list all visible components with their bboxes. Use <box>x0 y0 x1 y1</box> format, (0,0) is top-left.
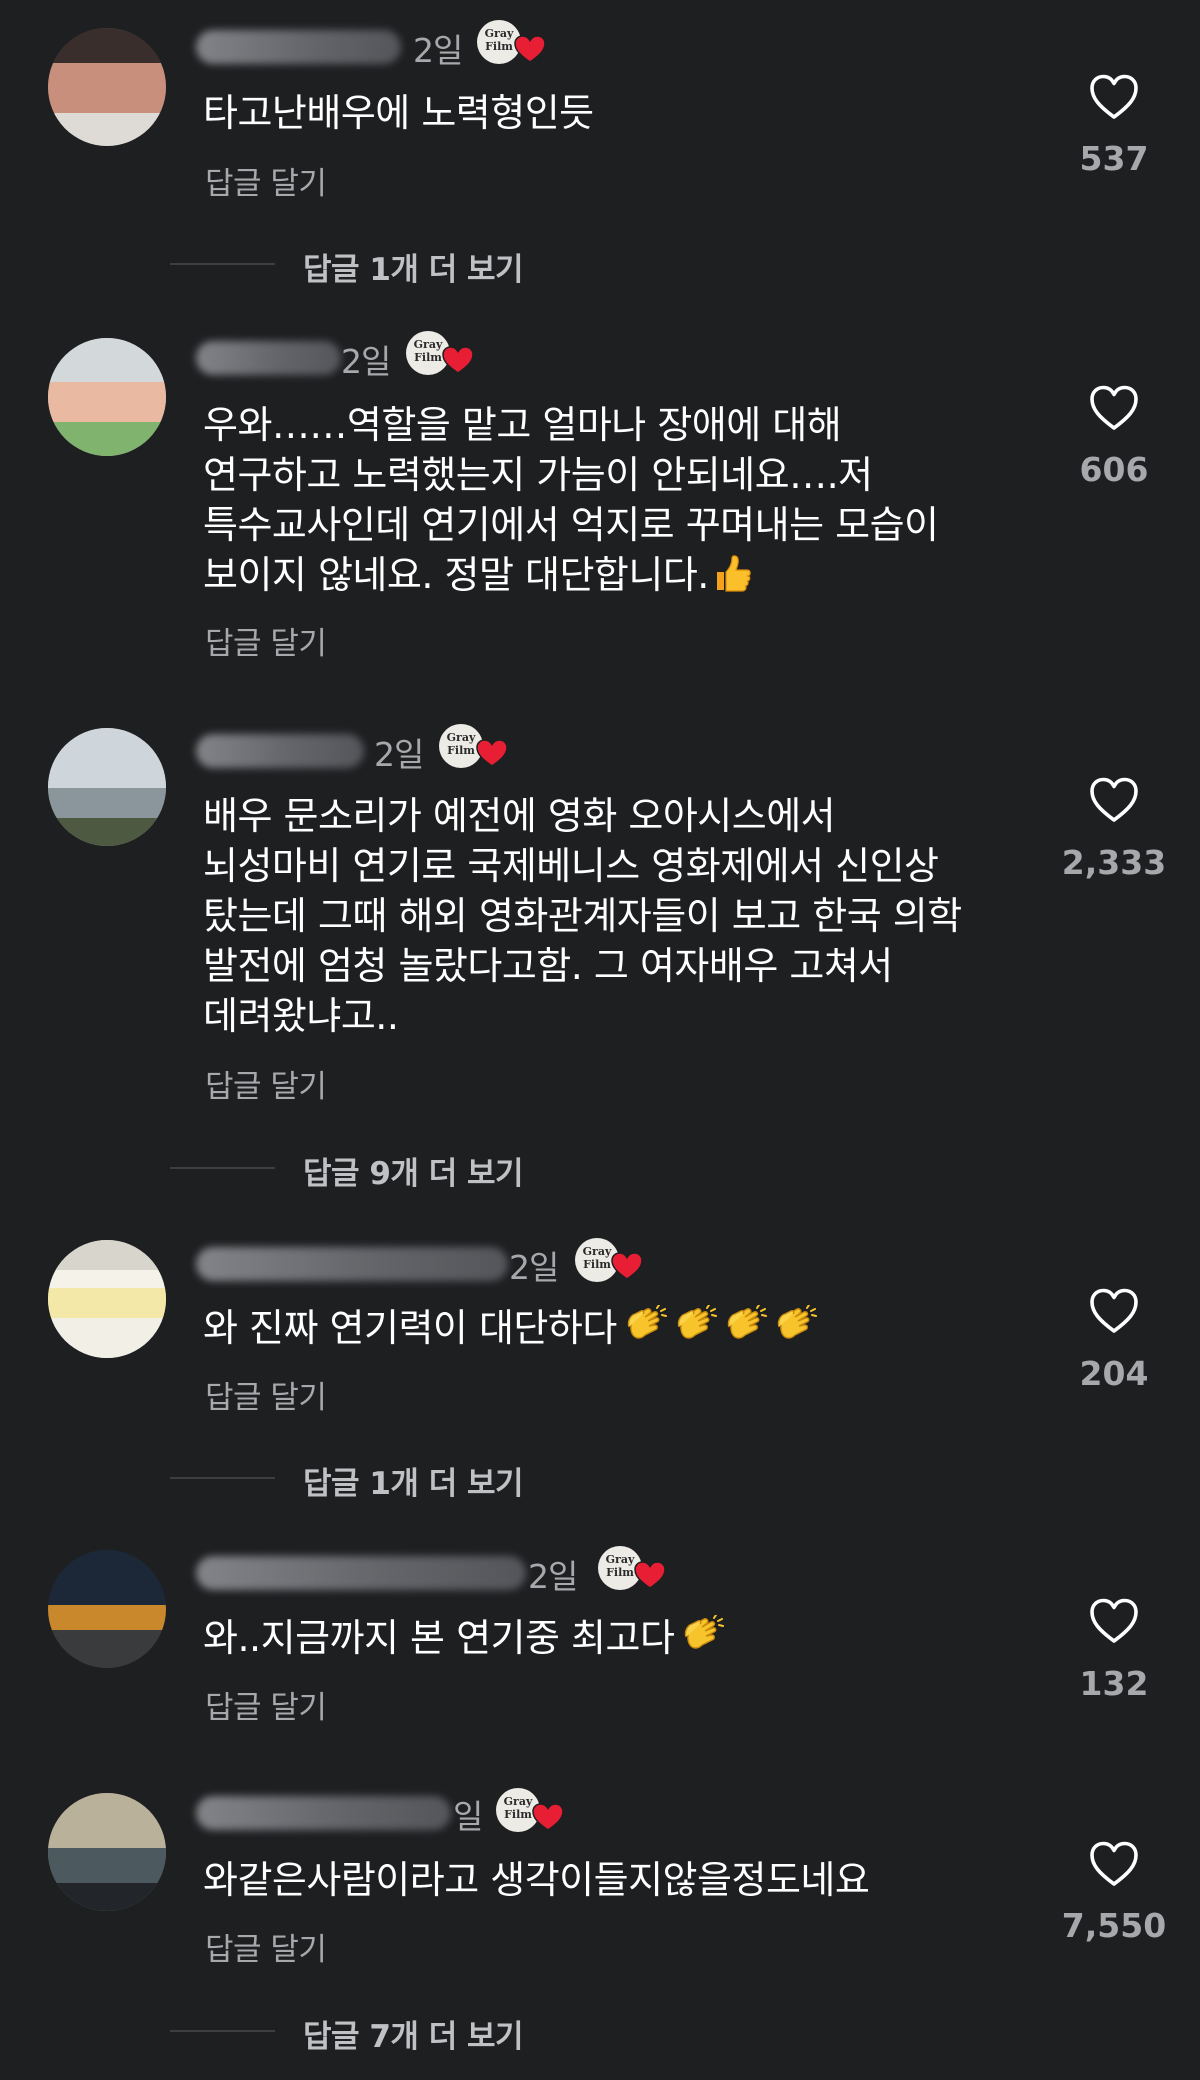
timestamp: 2일 <box>374 735 424 774</box>
username[interactable] <box>196 734 364 768</box>
reply-button[interactable]: 답글 달기 <box>205 1682 327 1727</box>
comment-text: 와..지금까지 본 연기중 최고다 <box>203 1613 1043 1663</box>
heart-outline-icon[interactable] <box>1089 1288 1139 1334</box>
timestamp: 2일 <box>413 31 463 70</box>
avatar[interactable] <box>48 28 166 146</box>
comment-text: 배우 문소리가 예전에 영화 오아시스에서 뇌성마비 연기로 국제베니스 영화제… <box>203 791 1043 1041</box>
thumbs-up-emoji-icon <box>713 554 753 594</box>
username[interactable] <box>196 1556 526 1590</box>
heart-outline-icon[interactable] <box>1089 1841 1139 1887</box>
comment-line: 타고난배우에 노력형인듯 <box>203 91 594 135</box>
username[interactable] <box>196 341 341 375</box>
username[interactable] <box>196 30 401 64</box>
timestamp: 일 <box>453 1797 483 1836</box>
like-count: 204 <box>1079 1354 1149 1393</box>
clapping-hands-emoji-icon <box>723 1305 767 1349</box>
timestamp: 2일 <box>528 1557 578 1596</box>
comment-text: 와 진짜 연기력이 대단하다 <box>203 1303 1043 1353</box>
divider-line <box>170 263 275 265</box>
avatar[interactable] <box>48 1550 166 1668</box>
clapping-hands-emoji-icon <box>673 1305 717 1349</box>
divider-line <box>170 2030 275 2032</box>
comment-line: 배우 문소리가 예전에 영화 오아시스에서 <box>203 794 836 838</box>
red-heart-icon <box>610 1251 644 1281</box>
comment-text: 와같은사람이라고 생각이들지않을정도네요 <box>203 1855 1043 1905</box>
red-heart-icon <box>531 1802 565 1832</box>
username[interactable] <box>196 1247 508 1281</box>
comment-text: 타고난배우에 노력형인듯 <box>203 88 1043 138</box>
timestamp: 2일 <box>341 342 391 381</box>
avatar[interactable] <box>48 728 166 846</box>
clapping-hands-emoji-icon <box>680 1615 724 1659</box>
comment-line: 보이지 않네요. 정말 대단합니다. <box>203 550 1043 600</box>
divider-line <box>170 1167 275 1169</box>
heart-outline-icon[interactable] <box>1089 777 1139 823</box>
reply-button[interactable]: 답글 달기 <box>205 1924 327 1969</box>
clapping-hands-emoji-icon <box>773 1305 817 1349</box>
red-heart-icon <box>441 345 475 375</box>
red-heart-icon <box>513 34 547 64</box>
like-count: 606 <box>1079 450 1149 489</box>
avatar[interactable] <box>48 1793 166 1911</box>
reply-button[interactable]: 답글 달기 <box>205 1372 327 1417</box>
like-count: 132 <box>1079 1664 1149 1703</box>
timestamp: 2일 <box>509 1248 559 1287</box>
comment-line: 우와……역할을 맡고 얼마나 장애에 대해 <box>203 403 842 447</box>
red-heart-icon <box>475 738 509 768</box>
comment-line: 탔는데 그때 해외 영화관계자들이 보고 한국 의학 <box>203 894 962 938</box>
comment-line: 연구하고 노력했는지 가늠이 안되네요….저 <box>203 453 873 497</box>
clapping-hands-emoji-icon <box>623 1305 667 1349</box>
like-count: 7,550 <box>1061 1906 1167 1945</box>
reply-button[interactable]: 답글 달기 <box>205 1061 327 1106</box>
like-count: 2,333 <box>1061 843 1167 882</box>
view-more-replies-button[interactable]: 답글 9개 더 보기 <box>303 1148 524 1193</box>
avatar[interactable] <box>48 338 166 456</box>
comment-text: 우와……역할을 맡고 얼마나 장애에 대해 연구하고 노력했는지 가늠이 안되네… <box>203 400 1043 600</box>
divider-line <box>170 1477 275 1479</box>
comment-line: 와 진짜 연기력이 대단하다 <box>203 1303 1043 1353</box>
view-more-replies-button[interactable]: 답글 1개 더 보기 <box>303 1458 524 1503</box>
avatar[interactable] <box>48 1240 166 1358</box>
reply-button[interactable]: 답글 달기 <box>205 158 327 203</box>
comment-line: 와같은사람이라고 생각이들지않을정도네요 <box>203 1858 870 1902</box>
view-more-replies-button[interactable]: 답글 1개 더 보기 <box>303 244 524 289</box>
comment-line: 뇌성마비 연기로 국제베니스 영화제에서 신인상 <box>203 844 939 888</box>
username[interactable] <box>196 1796 451 1830</box>
comment-line: 와..지금까지 본 연기중 최고다 <box>203 1613 1043 1663</box>
comment-line: 데려왔냐고.. <box>203 994 399 1038</box>
view-more-replies-button[interactable]: 답글 7개 더 보기 <box>303 2011 524 2056</box>
heart-outline-icon[interactable] <box>1089 74 1139 120</box>
comment-line: 발전에 엄청 놀랐다고함. 그 여자배우 고쳐서 <box>203 944 893 988</box>
comment-line: 특수교사인데 연기에서 억지로 꾸며내는 모습이 <box>203 503 939 547</box>
heart-outline-icon[interactable] <box>1089 385 1139 431</box>
comment-line-text: 와 진짜 연기력이 대단하다 <box>203 1306 617 1350</box>
red-heart-icon <box>633 1560 667 1590</box>
heart-outline-icon[interactable] <box>1089 1598 1139 1644</box>
comment-line-text: 보이지 않네요. 정말 대단합니다. <box>203 553 709 597</box>
comment-line-text: 와..지금까지 본 연기중 최고다 <box>203 1616 675 1660</box>
like-count: 537 <box>1079 139 1149 178</box>
reply-button[interactable]: 답글 달기 <box>205 618 327 663</box>
